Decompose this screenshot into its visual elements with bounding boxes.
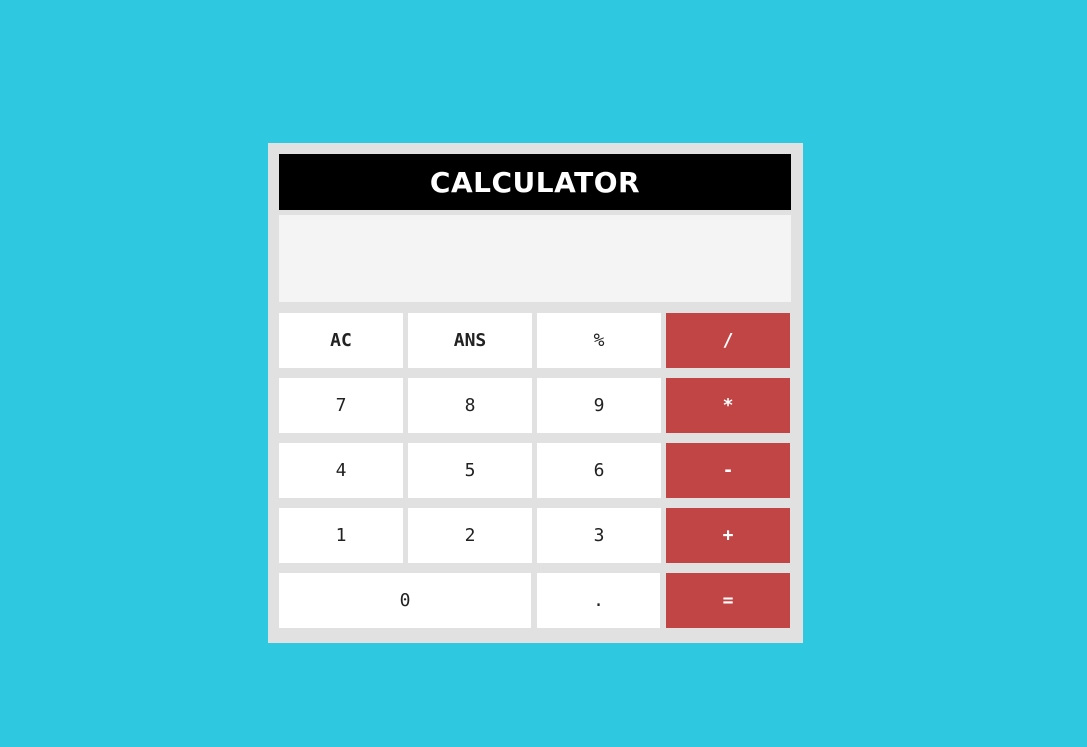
multiply-button[interactable]: *: [666, 378, 790, 433]
decimal-button[interactable]: .: [537, 573, 660, 628]
answer-button[interactable]: ANS: [408, 313, 532, 368]
digit-0-button[interactable]: 0: [279, 573, 531, 628]
percent-button[interactable]: %: [537, 313, 661, 368]
calculator-display: [279, 215, 791, 302]
digit-7-button[interactable]: 7: [279, 378, 403, 433]
digit-5-button[interactable]: 5: [408, 443, 532, 498]
digit-4-button[interactable]: 4: [279, 443, 403, 498]
calculator-title: CALCULATOR: [279, 154, 791, 210]
digit-9-button[interactable]: 9: [537, 378, 661, 433]
digit-1-button[interactable]: 1: [279, 508, 403, 563]
divide-button[interactable]: /: [666, 313, 790, 368]
digit-6-button[interactable]: 6: [537, 443, 661, 498]
calculator: CALCULATOR AC ANS % / 7 8 9 * 4 5 6 - 1 …: [268, 143, 803, 643]
digit-3-button[interactable]: 3: [537, 508, 661, 563]
digit-8-button[interactable]: 8: [408, 378, 532, 433]
subtract-button[interactable]: -: [666, 443, 790, 498]
equals-button[interactable]: =: [666, 573, 790, 628]
add-button[interactable]: +: [666, 508, 790, 563]
digit-2-button[interactable]: 2: [408, 508, 532, 563]
clear-button[interactable]: AC: [279, 313, 403, 368]
